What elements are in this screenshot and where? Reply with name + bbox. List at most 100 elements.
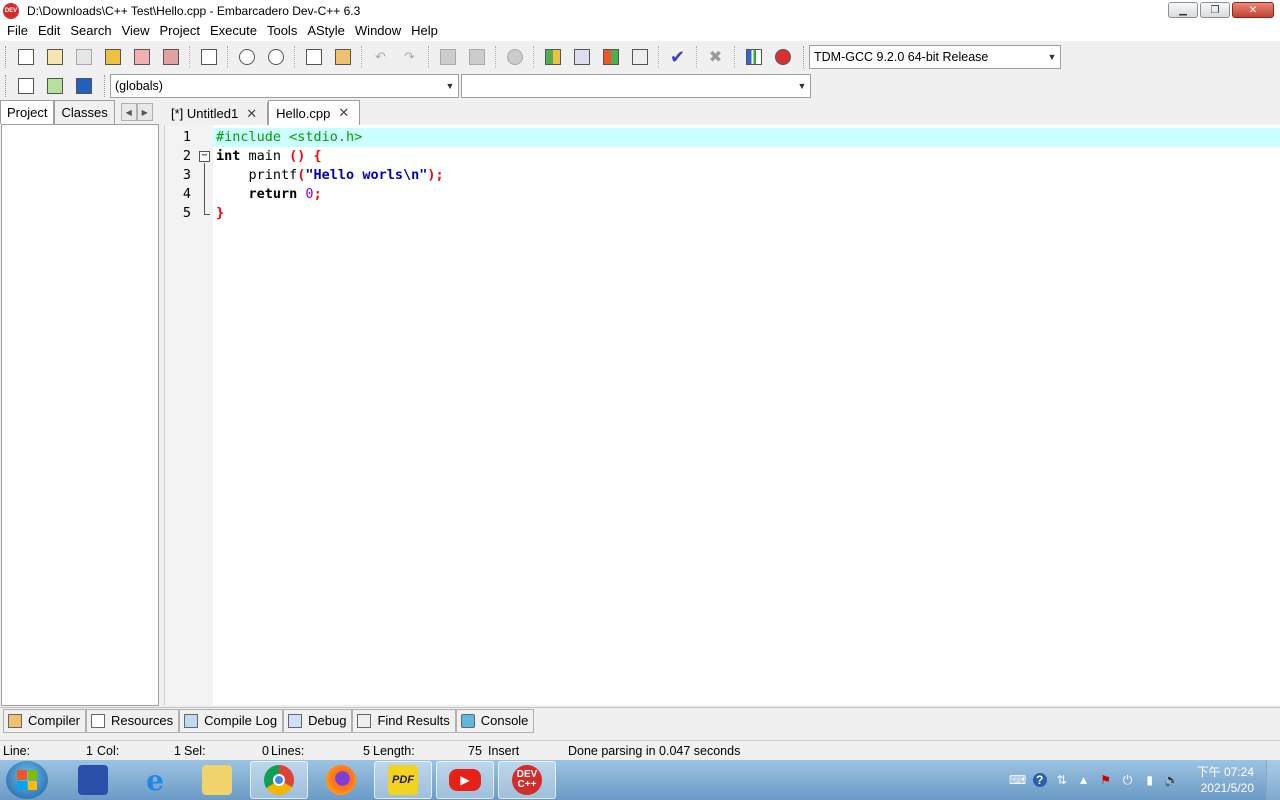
find-results-icon — [357, 713, 372, 728]
menu-view[interactable]: View — [117, 22, 155, 40]
taskbar-app-chrome[interactable] — [250, 761, 308, 799]
tab-classes[interactable]: Classes — [54, 100, 115, 124]
language-icon[interactable]: ⇅ — [1055, 773, 1069, 787]
gutter-line: 2− — [165, 147, 213, 166]
keyboard-icon[interactable]: ⌨ — [1009, 773, 1026, 787]
network-icon[interactable]: ▮ — [1143, 773, 1157, 787]
replace-button[interactable] — [263, 45, 289, 69]
redo-icon: ↷ — [404, 49, 415, 64]
taskbar-app-youtube[interactable]: ▶ — [436, 761, 494, 799]
toolbar-grip[interactable] — [803, 46, 806, 68]
code-editor[interactable]: 1 2− 3 4 5 #include <stdio.h> int main (… — [164, 125, 1280, 705]
taskbar-app-devcpp[interactable]: DEV C++ — [498, 761, 556, 799]
run-button[interactable] — [569, 45, 595, 69]
new-file-button[interactable] — [13, 45, 39, 69]
function-select[interactable]: ▼ — [461, 73, 811, 98]
bookmark-next-icon — [468, 49, 485, 65]
action-center-icon[interactable]: ⚑ — [1099, 773, 1113, 787]
compiler-select[interactable]: TDM-GCC 9.2.0 64-bit Release ▼ — [809, 45, 1061, 69]
tab-find-results[interactable]: Find Results — [352, 708, 456, 733]
menu-project[interactable]: Project — [155, 22, 205, 40]
taskbar-app-save[interactable] — [64, 761, 122, 799]
scope-select[interactable]: (globals) ▼ — [110, 73, 459, 98]
taskbar: e PDF ▶ DEV C++ ⌨ ? ⇅ ▲ ⚑ ⏻ ▮ 🔈 下午 07:24… — [0, 760, 1280, 800]
status-lines-value: 5 — [363, 744, 370, 758]
menu-edit[interactable]: Edit — [33, 22, 65, 40]
insert-button[interactable] — [13, 74, 39, 98]
close-tab-icon[interactable]: ✕ — [338, 105, 349, 121]
menu-file[interactable]: File — [2, 22, 33, 40]
save-button[interactable] — [71, 45, 97, 69]
tab-label: Console — [480, 713, 529, 728]
close-button[interactable]: ✕ — [1232, 2, 1274, 18]
compile-run-button[interactable] — [598, 45, 624, 69]
tab-resources[interactable]: Resources — [86, 708, 180, 733]
indent-button[interactable] — [301, 45, 327, 69]
toolbar-grip[interactable] — [104, 74, 107, 97]
compile-button[interactable] — [540, 45, 566, 69]
menu-search[interactable]: Search — [65, 22, 116, 40]
undo-button[interactable]: ↶ — [368, 45, 394, 69]
rebuild-all-button[interactable] — [627, 45, 653, 69]
debug-button[interactable] — [770, 45, 796, 69]
tab-untitled1[interactable]: [*] Untitled1 ✕ — [164, 102, 269, 125]
console-icon — [460, 713, 475, 728]
tab-project[interactable]: Project — [0, 100, 55, 124]
tab-scroll-left-button[interactable]: ◀ — [120, 103, 137, 121]
taskbar-app-ie[interactable]: e — [126, 761, 184, 799]
toolbar-grip[interactable] — [5, 46, 8, 68]
close-all-button[interactable] — [158, 45, 184, 69]
profile-button[interactable] — [741, 45, 767, 69]
goto-icon — [46, 77, 63, 94]
goto-button[interactable] — [42, 74, 68, 98]
goto-line-button[interactable] — [502, 45, 528, 69]
menu-tools[interactable]: Tools — [262, 22, 302, 40]
line-number: 4 — [182, 186, 191, 202]
find-button[interactable] — [234, 45, 260, 69]
class-toolbar: (globals) ▼ ▼ — [0, 72, 1280, 99]
taskbar-app-pdf[interactable]: PDF — [374, 761, 432, 799]
fold-collapse-icon[interactable]: − — [199, 151, 210, 162]
tab-compile-log[interactable]: Compile Log — [179, 708, 284, 733]
folder-icon — [202, 765, 232, 795]
unindent-button[interactable] — [330, 45, 356, 69]
taskbar-app-explorer[interactable] — [188, 761, 246, 799]
toggle-icon — [75, 77, 92, 94]
clock[interactable]: 下午 07:24 2021/5/20 — [1197, 764, 1254, 796]
toolbar-grip[interactable] — [5, 74, 8, 97]
bookmark-next-button[interactable] — [464, 45, 490, 69]
tab-hello-cpp[interactable]: Hello.cpp ✕ — [268, 100, 361, 125]
power-icon[interactable]: ⏻ — [1121, 773, 1135, 787]
menu-execute[interactable]: Execute — [205, 22, 262, 40]
code-area[interactable]: #include <stdio.h> int main () { printf(… — [213, 125, 1280, 705]
menu-astyle[interactable]: AStyle — [302, 22, 350, 40]
toggle-button[interactable] — [71, 74, 97, 98]
taskbar-app-firefox[interactable] — [312, 761, 370, 799]
save-all-icon — [104, 49, 121, 65]
tab-console[interactable]: Console — [455, 708, 535, 733]
close-tab-icon[interactable]: ✕ — [246, 106, 257, 122]
project-tree[interactable] — [1, 124, 159, 706]
help-icon[interactable]: ? — [1032, 773, 1047, 787]
window-title: D:\Downloads\C++ Test\Hello.cpp - Embarc… — [27, 3, 361, 18]
syntax-check-button[interactable]: ✔ — [665, 45, 691, 69]
tab-scroll-right-button[interactable]: ▶ — [136, 103, 153, 121]
minimize-button[interactable]: ▁ — [1168, 2, 1198, 18]
menu-help[interactable]: Help — [406, 22, 443, 40]
open-file-button[interactable] — [42, 45, 68, 69]
tab-compiler[interactable]: Compiler — [3, 708, 87, 733]
bookmark-prev-button[interactable] — [435, 45, 461, 69]
unindent-icon — [334, 49, 351, 65]
tab-debug[interactable]: Debug — [283, 708, 353, 733]
restore-button[interactable]: ❐ — [1200, 2, 1230, 18]
menu-window[interactable]: Window — [350, 22, 406, 40]
stop-execution-button[interactable]: ✖ — [703, 45, 729, 69]
volume-icon[interactable]: 🔈 — [1164, 773, 1179, 787]
start-button[interactable] — [6, 761, 48, 799]
save-all-button[interactable] — [100, 45, 126, 69]
print-button[interactable] — [196, 45, 222, 69]
show-hidden-icons-icon[interactable]: ▲ — [1077, 773, 1091, 787]
redo-button[interactable]: ↷ — [397, 45, 423, 69]
close-file-button[interactable] — [129, 45, 155, 69]
show-desktop-button[interactable] — [1266, 760, 1280, 800]
